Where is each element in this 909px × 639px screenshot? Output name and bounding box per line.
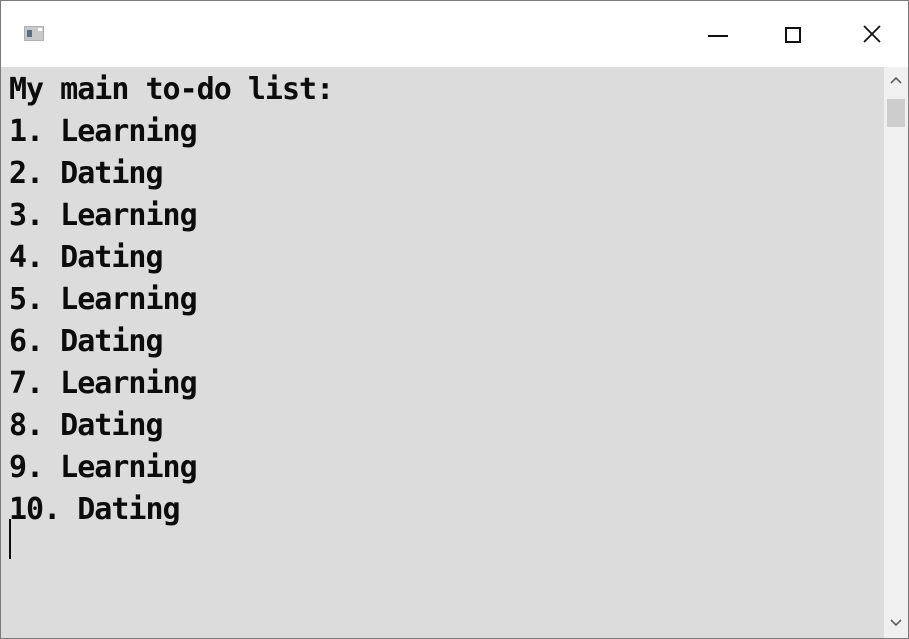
console-output-area[interactable]: My main to-do list: 1. Learning 2. Datin… xyxy=(1,67,884,638)
text-cursor xyxy=(9,519,11,559)
minimize-button[interactable] xyxy=(689,1,749,67)
list-item: 1. Learning xyxy=(9,114,198,149)
minimize-icon xyxy=(708,35,728,37)
close-button[interactable] xyxy=(843,1,903,67)
console-app-icon[interactable] xyxy=(24,26,44,41)
list-item: 9. Learning xyxy=(9,450,198,485)
maximize-icon xyxy=(785,27,801,43)
maximize-button[interactable] xyxy=(765,1,825,67)
chevron-up-icon xyxy=(890,76,902,84)
scroll-down-button[interactable] xyxy=(884,610,908,638)
list-item: 8. Dating xyxy=(9,408,164,443)
title-bar[interactable] xyxy=(1,1,908,67)
vertical-scrollbar[interactable] xyxy=(884,67,908,638)
console-window: My main to-do list: 1. Learning 2. Datin… xyxy=(0,0,909,639)
chevron-down-icon xyxy=(890,619,902,627)
list-item: 10. Dating xyxy=(9,492,181,527)
list-item: 7. Learning xyxy=(9,366,198,401)
scrollbar-thumb[interactable] xyxy=(887,99,905,127)
list-item: 2. Dating xyxy=(9,156,164,191)
list-item: 4. Dating xyxy=(9,240,164,275)
scroll-up-button[interactable] xyxy=(884,67,908,95)
list-item: 3. Learning xyxy=(9,198,198,233)
console-header-line: My main to-do list: xyxy=(9,72,334,107)
close-icon xyxy=(863,25,881,43)
list-item: 6. Dating xyxy=(9,324,164,359)
list-item: 5. Learning xyxy=(9,282,198,317)
